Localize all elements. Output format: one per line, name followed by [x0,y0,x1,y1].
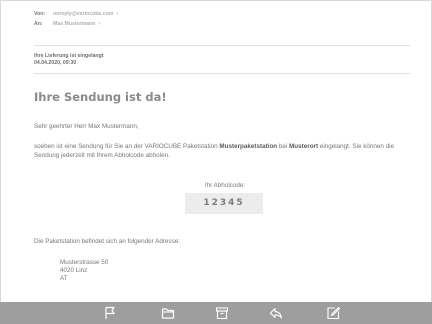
from-label: Von: [34,11,46,17]
subject-line: Ihre Lieferung ist eingelangt [34,53,104,59]
to-address[interactable]: Max Mustermann › [53,21,100,31]
address-country: AT [60,275,68,282]
address-street: Musterstrasse 50 [60,259,109,266]
body-paragraph: soeben ist eine Sendung für Sie an der V… [34,143,395,159]
reply-icon [269,307,283,319]
meta-divider [34,73,410,74]
message-title: Ihre Sendung ist da! [34,90,167,104]
pickup-code-label: Ihr Abholcode: [204,182,246,189]
archive-icon [215,307,229,320]
folder-icon [161,308,175,319]
from-row: Von: noreply@variocube.com › [34,11,410,21]
header-divider [34,45,410,46]
bottom-toolbar [0,302,432,324]
mail-message-view: Von: noreply@variocube.com › An: Max Must… [0,0,432,324]
archive-button[interactable] [215,306,229,320]
to-label: An: [34,21,43,27]
reply-button[interactable] [269,306,283,320]
compose-icon [327,306,340,320]
address-city: 4020 Linz [60,267,88,274]
move-folder-button[interactable] [161,306,175,320]
compose-button[interactable] [326,306,340,320]
flag-icon [105,306,115,319]
chevron-right-icon: › [98,21,101,27]
mail-header: Von: noreply@variocube.com › An: Max Must… [34,11,410,31]
address-block: Musterstrasse 50 4020 Linz AT [60,259,108,283]
message-meta: Ihre Lieferung ist eingelangt 04.04.2020… [34,53,103,67]
address-intro: Die Paketstation befindet sich an folgen… [34,238,180,245]
flag-button[interactable] [103,306,117,320]
from-address[interactable]: noreply@variocube.com › [53,11,118,21]
pickup-code: 12345 [185,193,263,214]
chevron-right-icon: › [116,11,119,17]
station-name: Musterpaketstation [219,143,278,150]
to-row: An: Max Mustermann › [34,21,410,31]
date-line: 04.04.2020, 09:30 [34,60,77,66]
greeting: Sehr geehrter Herr Max Mustermann, [34,123,139,130]
location-name: Musterort [289,143,319,150]
